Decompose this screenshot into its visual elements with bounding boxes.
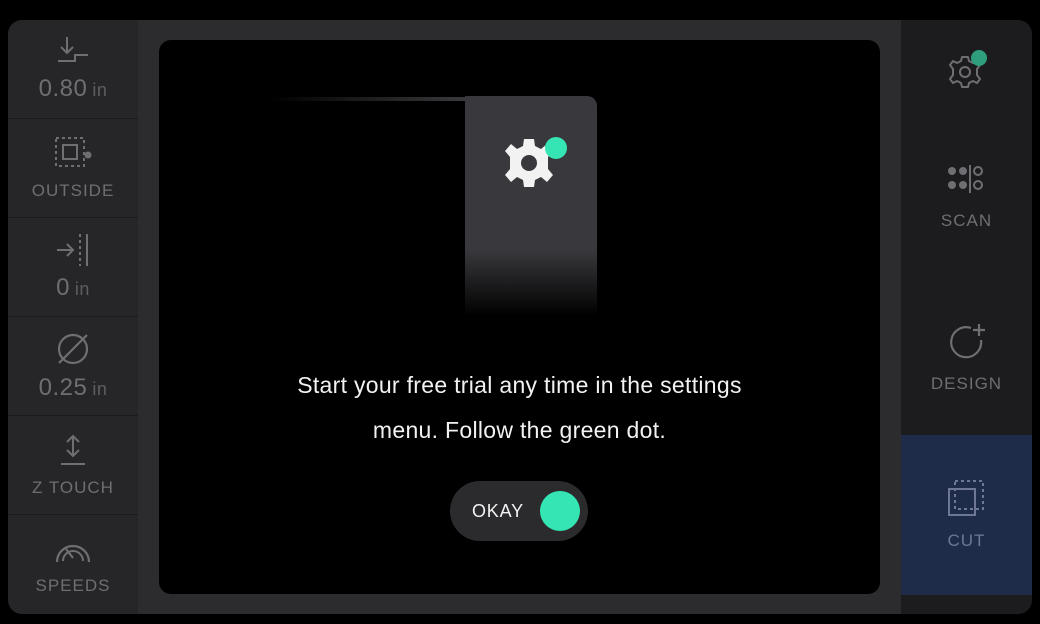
left-toolbar: 0.80 in OUTSIDE 0 in 0.25 in Z TOUCH SPE… bbox=[8, 20, 138, 614]
design-tab[interactable]: DESIGN bbox=[901, 298, 1032, 418]
green-dot-indicator bbox=[545, 137, 567, 159]
depth-setting[interactable]: 0.80 in bbox=[8, 20, 138, 119]
speedometer-icon bbox=[55, 544, 91, 562]
settings-button[interactable] bbox=[901, 20, 1032, 120]
z-touch-button[interactable]: Z TOUCH bbox=[8, 416, 138, 515]
scan-tab[interactable]: SCAN bbox=[901, 138, 1032, 258]
okay-knob bbox=[540, 491, 580, 531]
bit-diameter-setting[interactable]: 0.25 in bbox=[8, 317, 138, 416]
free-trial-modal: Start your free trial any time in the se… bbox=[159, 40, 880, 594]
cut-label: CUT bbox=[947, 531, 986, 550]
step-down-icon bbox=[58, 37, 88, 62]
cut-icon bbox=[947, 480, 984, 516]
modal-message: Start your free trial any time in the se… bbox=[199, 363, 840, 453]
design-label: DESIGN bbox=[930, 374, 1003, 393]
scan-icon bbox=[947, 165, 983, 193]
outside-cut-icon bbox=[55, 137, 92, 167]
bit-diameter-value: 0.25 in bbox=[38, 374, 108, 401]
device-screen: 0.80 in OUTSIDE 0 in 0.25 in Z TOUCH SPE… bbox=[8, 20, 1032, 614]
design-add-icon bbox=[949, 324, 985, 359]
message-line-2: menu. Follow the green dot. bbox=[372, 417, 667, 443]
cut-side-setting[interactable]: OUTSIDE bbox=[8, 119, 138, 218]
cut-tab[interactable]: CUT bbox=[901, 435, 1032, 595]
scan-label: SCAN bbox=[940, 211, 993, 230]
z-touch-label: Z TOUCH bbox=[32, 478, 114, 497]
offset-icon bbox=[57, 234, 88, 266]
okay-button[interactable]: OKAY bbox=[450, 481, 588, 541]
gear-icon bbox=[948, 50, 987, 88]
z-touch-icon bbox=[61, 434, 85, 465]
speeds-button[interactable]: SPEEDS bbox=[8, 515, 138, 614]
diameter-icon bbox=[57, 333, 89, 365]
offset-setting[interactable]: 0 in bbox=[8, 218, 138, 317]
settings-illustration bbox=[465, 96, 597, 316]
speeds-label: SPEEDS bbox=[35, 575, 111, 595]
right-navbar: SCAN DESIGN CUT bbox=[901, 20, 1032, 614]
offset-value: 0 in bbox=[56, 274, 90, 301]
illustration-streak bbox=[269, 97, 467, 101]
message-line-1: Start your free trial any time in the se… bbox=[297, 372, 742, 398]
depth-value: 0.80 in bbox=[38, 75, 108, 102]
okay-label: OKAY bbox=[472, 501, 524, 521]
cut-side-label: OUTSIDE bbox=[31, 181, 115, 200]
